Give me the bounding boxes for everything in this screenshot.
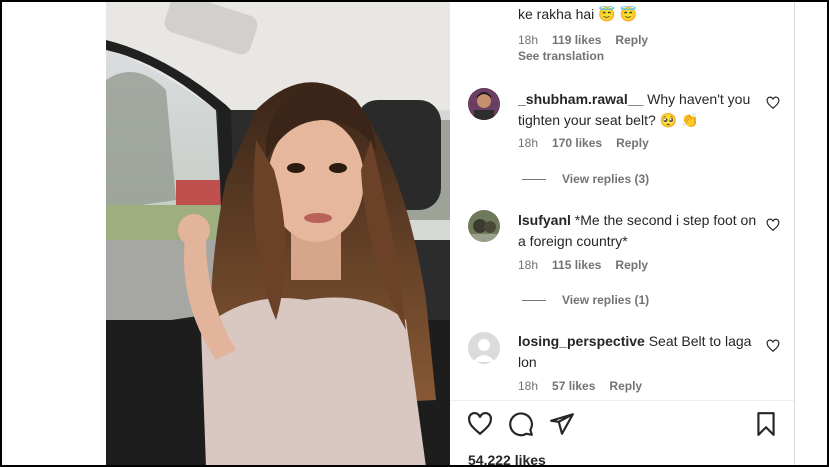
comment-likes[interactable]: 57 likes	[552, 379, 595, 393]
see-translation-link[interactable]: See translation	[518, 49, 604, 63]
car-interior-scene	[106, 0, 450, 467]
comment-meta: 18h 57 likes Reply	[518, 379, 642, 393]
avatar-image	[468, 88, 500, 120]
comments-panel: ke rakha hai 😇 😇 18h 119 likes Reply See…	[450, 0, 794, 467]
divider-line	[522, 178, 546, 180]
avatar-image	[468, 210, 500, 242]
comment-body: lsufyanl *Me the second i step foot on a…	[518, 210, 758, 252]
comment-likes[interactable]: 115 likes	[552, 258, 601, 272]
screen-border-top	[0, 0, 829, 2]
comment-body: _shubham.rawal__ Why haven't you tighten…	[518, 89, 758, 131]
avatar[interactable]	[468, 210, 500, 242]
send-icon[interactable]	[549, 411, 575, 437]
comment-likes[interactable]: 119 likes	[552, 33, 601, 47]
instagram-post-window: ke rakha hai 😇 😇 18h 119 likes Reply See…	[0, 0, 829, 467]
view-replies-button[interactable]: View replies (1)	[522, 293, 649, 307]
left-margin	[0, 0, 106, 467]
view-replies-button[interactable]: View replies (3)	[522, 172, 649, 186]
comment-body: losing_perspective Seat Belt to laga lon	[518, 331, 758, 373]
reply-button[interactable]: Reply	[609, 379, 642, 393]
post-video[interactable]	[106, 0, 450, 467]
see-translation-row: See translation	[518, 49, 604, 63]
comment-username[interactable]: losing_perspective	[518, 333, 645, 349]
comment-partial-text: ke rakha hai 😇 😇	[518, 6, 637, 22]
heart-icon[interactable]	[766, 339, 780, 353]
reply-button[interactable]: Reply	[615, 33, 648, 47]
default-avatar-icon	[468, 332, 500, 364]
comment-time: 18h	[518, 379, 539, 393]
divider-line	[522, 299, 546, 301]
bookmark-icon[interactable]	[753, 411, 779, 437]
right-margin	[794, 0, 829, 467]
post-action-bar	[450, 400, 794, 447]
comment-time: 18h	[518, 258, 539, 272]
avatar[interactable]	[468, 332, 500, 364]
view-replies-label: View replies (3)	[562, 172, 650, 186]
comment-time: 18h	[518, 33, 539, 47]
comment-meta: 18h 170 likes Reply	[518, 136, 649, 150]
heart-icon[interactable]	[766, 218, 780, 232]
comment-icon[interactable]	[508, 411, 534, 437]
comment-time: 18h	[518, 136, 539, 150]
heart-icon[interactable]	[766, 96, 780, 110]
comment-meta: 18h 115 likes Reply	[518, 258, 648, 272]
heart-icon[interactable]	[467, 411, 493, 437]
reply-button[interactable]: Reply	[615, 258, 648, 272]
avatar[interactable]	[468, 88, 500, 120]
comment-likes[interactable]: 170 likes	[552, 136, 602, 150]
screen-border-left	[0, 0, 2, 467]
comment-meta: 18h 119 likes Reply	[518, 33, 648, 47]
comment-username[interactable]: lsufyanl	[518, 212, 571, 228]
comment-username[interactable]: _shubham.rawal__	[518, 91, 643, 107]
view-replies-label: View replies (1)	[562, 293, 650, 307]
reply-button[interactable]: Reply	[616, 136, 649, 150]
